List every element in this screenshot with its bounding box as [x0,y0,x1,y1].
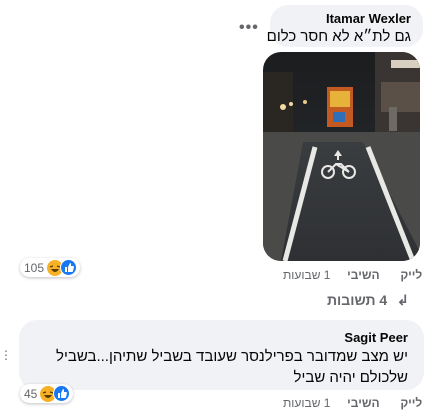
bike-path-image [263,52,420,261]
replies-count: 4 [379,292,388,308]
comment-text: יש מצב שמדובר בפרילנסר שעובד בשביל שתיהן… [56,348,408,386]
like-icon [60,259,78,276]
comment-author[interactable]: Sagit Peer [344,330,408,345]
reaction-summary[interactable]: 45 [20,384,74,403]
like-link[interactable]: לייק [400,396,422,410]
more-options-icon[interactable]: ••• [239,19,259,37]
like-link[interactable]: לייק [400,268,422,282]
comment-text: גם לת״א לא חסר כלום [266,28,411,45]
reaction-count: 105 [24,260,45,275]
comment-actions: לייק השיבי 1 שבועות [283,396,422,410]
reply-link[interactable]: השיבי [347,396,379,410]
more-options-icon[interactable]: ⋮ [0,346,12,364]
reaction-count: 45 [24,386,38,401]
reply-link[interactable]: השיבי [347,268,379,282]
replies-label: תשובות [327,292,376,308]
timestamp[interactable]: 1 שבועות [283,396,330,410]
comment-photo[interactable] [263,52,420,261]
like-icon [53,385,71,402]
reply-arrow-icon: ↳ [397,292,409,308]
comment-bubble: Sagit Peer יש מצב שמדובר בפרילנסר שעובד … [19,320,424,390]
comment-author[interactable]: Itamar Wexler [326,11,411,26]
view-replies-link[interactable]: ↳ 4 תשובות [327,292,409,309]
timestamp[interactable]: 1 שבועות [283,268,330,282]
reaction-summary[interactable]: 105 [20,258,81,277]
comment-actions: לייק השיבי 1 שבועות [283,268,422,282]
comment-bubble: Itamar Wexler גם לת״א לא חסר כלום [266,5,423,47]
